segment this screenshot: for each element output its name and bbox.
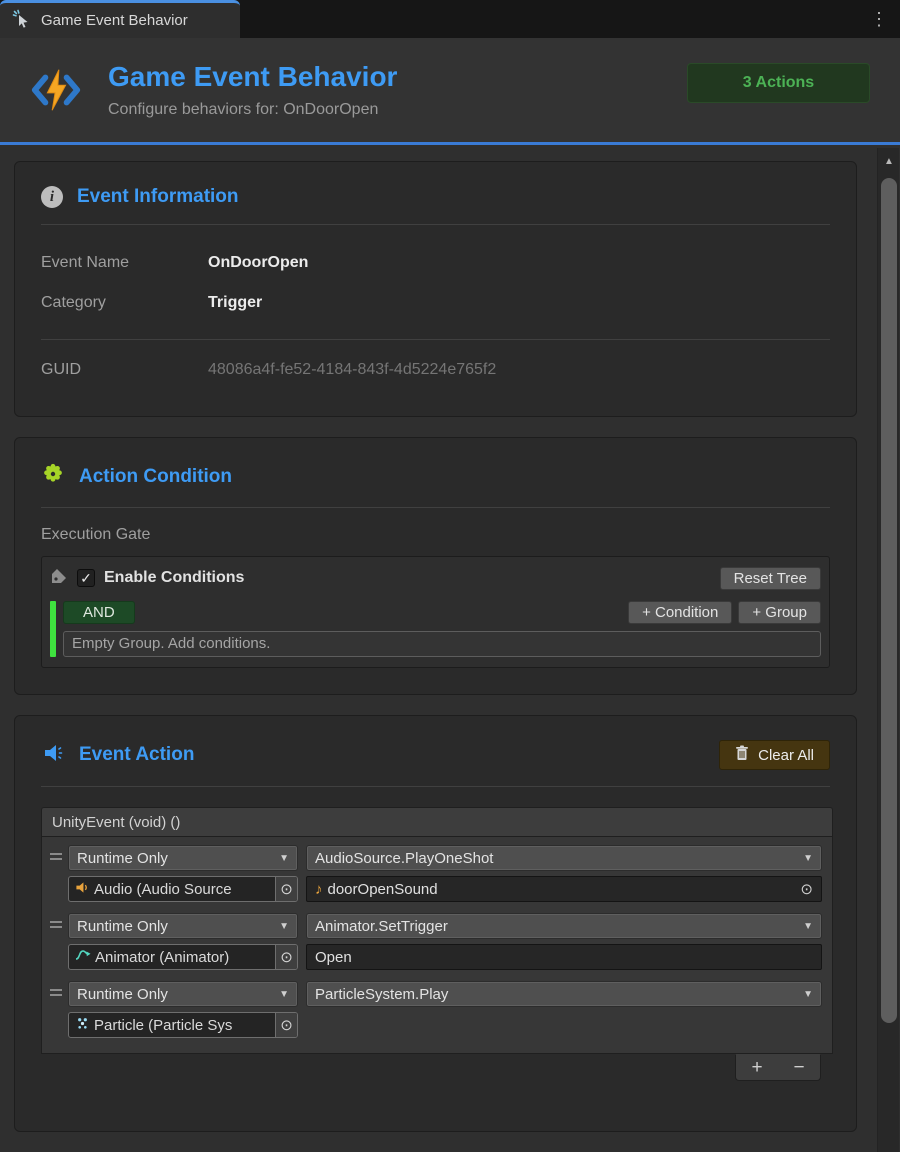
- clear-all-label: Clear All: [758, 747, 814, 764]
- add-condition-button[interactable]: + Condition: [628, 601, 732, 624]
- chevron-down-icon: ▼: [279, 853, 289, 864]
- chevron-down-icon: ▼: [803, 921, 813, 932]
- tab-game-event-behavior[interactable]: Game Event Behavior: [0, 0, 240, 38]
- click-pointer-icon: [12, 9, 32, 33]
- kebab-menu-icon[interactable]: ⋮: [870, 8, 886, 30]
- unityevent-row: Runtime Only▼ AudioSource.PlayOneShot▼ Aud…: [68, 845, 822, 902]
- reset-tree-button[interactable]: Reset Tree: [720, 567, 821, 590]
- chevron-down-icon: ▼: [803, 989, 813, 1000]
- trash-icon: [735, 745, 749, 765]
- puzzle-icon: [41, 462, 65, 491]
- category-label: Category: [41, 294, 208, 312]
- actions-count-badge: 3 Actions: [687, 63, 870, 103]
- object-picker-icon[interactable]: ⊙: [275, 945, 297, 969]
- remove-row-button[interactable]: −: [793, 1058, 804, 1077]
- empty-group-message: Empty Group. Add conditions.: [63, 631, 821, 657]
- object-picker-icon[interactable]: ⊙: [275, 877, 297, 901]
- divider: [41, 786, 830, 787]
- argument-text-field[interactable]: Open: [306, 944, 822, 970]
- code-lightning-icon: [30, 64, 82, 116]
- guid-label: GUID: [41, 361, 208, 379]
- info-icon: i: [41, 186, 63, 208]
- unityevent-row: Runtime Only▼ ParticleSystem.Play▼ Particl…: [68, 981, 822, 1038]
- unityevent-footer: + −: [735, 1054, 821, 1081]
- execution-gate-label: Execution Gate: [41, 526, 830, 544]
- chevron-down-icon: ▼: [279, 921, 289, 932]
- unityevent-rows: Runtime Only▼ AudioSource.PlayOneShot▼ Aud…: [41, 836, 833, 1054]
- drag-handle-icon[interactable]: [50, 989, 62, 996]
- add-row-button[interactable]: +: [751, 1058, 762, 1077]
- guid-row: GUID 48086a4f-fe52-4184-843f-4d5224e765f…: [41, 350, 830, 390]
- target-object-field[interactable]: Audio (Audio Source⊙: [68, 876, 298, 902]
- scrollbar-thumb[interactable]: [881, 178, 897, 1023]
- divider: [41, 339, 830, 340]
- group-operator-button[interactable]: AND: [63, 601, 135, 624]
- unityevent-header: UnityEvent (void) (): [41, 807, 833, 836]
- event-action-card: Event Action Clear All UnityEvent (void)…: [14, 715, 857, 1132]
- method-dropdown[interactable]: Animator.SetTrigger▼: [306, 913, 822, 939]
- object-picker-icon[interactable]: ⊙: [800, 880, 813, 898]
- action-condition-heading: Action Condition: [79, 466, 830, 488]
- divider: [41, 224, 830, 225]
- particle-system-icon: [75, 1016, 90, 1035]
- drag-handle-icon[interactable]: [50, 853, 62, 860]
- guid-value: 48086a4f-fe52-4184-843f-4d5224e765f2: [208, 361, 496, 379]
- target-object-field[interactable]: Particle (Particle Sys⊙: [68, 1012, 298, 1038]
- enable-conditions-checkbox[interactable]: ✓: [77, 569, 95, 587]
- inspector-content: i Event Information Event Name OnDoorOpe…: [0, 145, 877, 1132]
- event-name-row: Event Name OnDoorOpen: [41, 243, 830, 283]
- call-state-dropdown[interactable]: Runtime Only▼: [68, 845, 298, 871]
- category-value: Trigger: [208, 294, 262, 312]
- call-state-dropdown[interactable]: Runtime Only▼: [68, 981, 298, 1007]
- object-picker-icon[interactable]: ⊙: [275, 1013, 297, 1037]
- action-condition-card: Action Condition Execution Gate ✓ Enable…: [14, 437, 857, 695]
- group-color-bar: [50, 601, 56, 657]
- event-name-label: Event Name: [41, 254, 208, 272]
- method-dropdown[interactable]: ParticleSystem.Play▼: [306, 981, 822, 1007]
- tag-icon: [50, 567, 68, 590]
- event-information-heading: Event Information: [77, 186, 830, 208]
- scroll-up-arrow[interactable]: ▲: [878, 156, 900, 167]
- method-dropdown[interactable]: AudioSource.PlayOneShot▼: [306, 845, 822, 871]
- tab-bar: Game Event Behavior ⋮: [0, 0, 900, 38]
- unityevent-row: Runtime Only▼ Animator.SetTrigger▼ Animato…: [68, 913, 822, 970]
- page-subtitle: Configure behaviors for: OnDoorOpen: [108, 101, 661, 119]
- argument-object-field[interactable]: ♪doorOpenSound⊙: [306, 876, 822, 902]
- chevron-down-icon: ▼: [803, 853, 813, 864]
- animator-icon: [75, 948, 91, 966]
- chevron-down-icon: ▼: [279, 989, 289, 1000]
- megaphone-icon: [41, 741, 65, 770]
- audio-source-icon: [75, 880, 90, 899]
- divider: [41, 507, 830, 508]
- add-group-button[interactable]: + Group: [738, 601, 821, 624]
- header: Game Event Behavior Configure behaviors …: [0, 38, 900, 145]
- event-information-card: i Event Information Event Name OnDoorOpe…: [14, 161, 857, 417]
- clear-all-button[interactable]: Clear All: [719, 740, 830, 770]
- event-name-value: OnDoorOpen: [208, 254, 308, 272]
- enable-conditions-label: Enable Conditions: [104, 569, 711, 587]
- audio-clip-icon: ♪: [315, 881, 323, 898]
- category-row: Category Trigger: [41, 283, 830, 323]
- vertical-scrollbar[interactable]: ▲: [877, 148, 899, 1152]
- condition-tree: ✓ Enable Conditions Reset Tree AND + Con…: [41, 556, 830, 668]
- condition-group: AND + Condition + Group Empty Group. Add…: [50, 601, 821, 657]
- page-title: Game Event Behavior: [108, 61, 661, 93]
- drag-handle-icon[interactable]: [50, 921, 62, 928]
- event-action-heading: Event Action: [79, 744, 705, 766]
- call-state-dropdown[interactable]: Runtime Only▼: [68, 913, 298, 939]
- tab-label: Game Event Behavior: [41, 12, 188, 29]
- target-object-field[interactable]: Animator (Animator)⊙: [68, 944, 298, 970]
